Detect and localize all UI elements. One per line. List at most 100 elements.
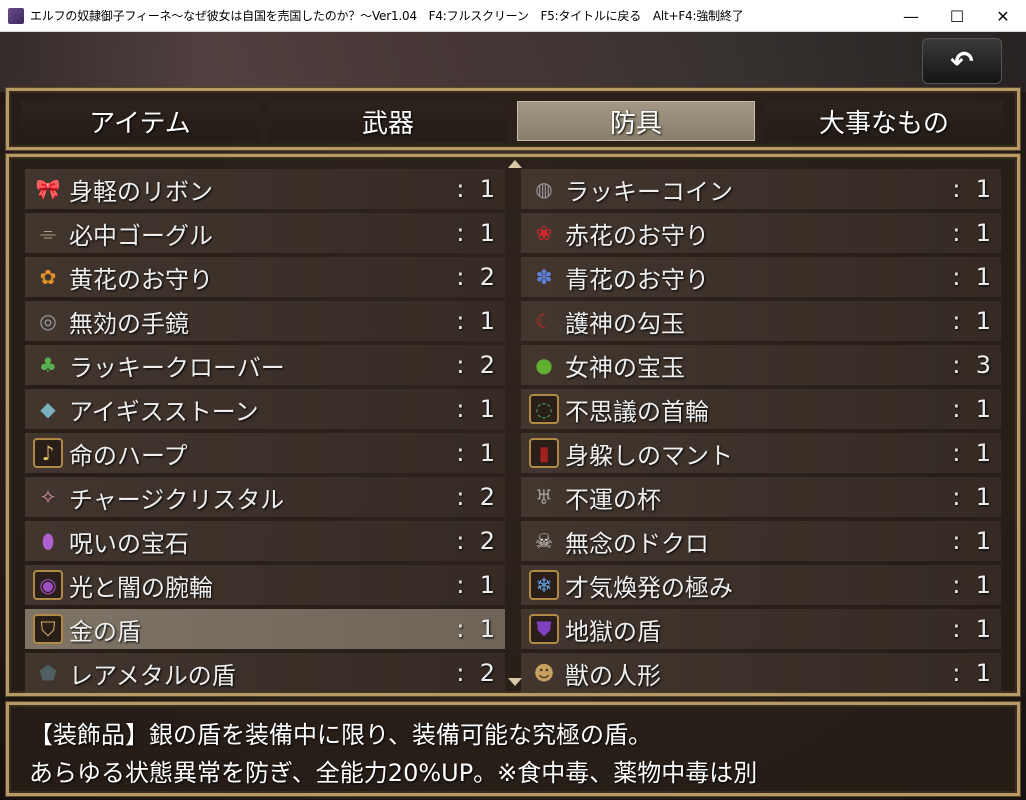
- item-count: : 1: [952, 307, 991, 335]
- return-arrow-icon: ↶: [950, 44, 974, 78]
- item-name: 光と闇の腕輪: [69, 573, 213, 602]
- necklace-icon: ◌: [529, 394, 559, 424]
- orb-icon: ●: [535, 353, 553, 377]
- bracelet-icon: ◉: [33, 570, 63, 600]
- scroll-up-arrow-icon[interactable]: [508, 160, 522, 168]
- item-row[interactable]: ❀ 赤花のお守り: 1: [521, 213, 1001, 253]
- item-row[interactable]: ☠ 無念のドクロ : 1: [521, 521, 1001, 561]
- item-row[interactable]: ❄ 才気煥発の極み: 1: [521, 565, 1001, 605]
- item-row[interactable]: ◆ アイギスストーン : 1: [25, 389, 505, 429]
- stone-icon: ◆: [40, 397, 56, 421]
- item-count: : 2: [456, 659, 495, 687]
- harp-icon: ♪: [33, 438, 63, 468]
- cup-icon: ♅: [535, 485, 553, 509]
- skull-icon: ☠: [535, 529, 553, 553]
- game-screen: ↶ アイテム 武器 防具 大事なもの 🎀 身軽のリボン: 1 ⌯ 必中ゴーグル: 1 ✿…: [0, 32, 1026, 800]
- item-row[interactable]: ♣ ラッキークローバー : 2: [25, 345, 505, 385]
- item-row[interactable]: ◌ 不思議の首輪: 1: [521, 389, 1001, 429]
- tab-key-items[interactable]: 大事なもの: [765, 101, 1003, 141]
- item-count: : 1: [952, 571, 991, 599]
- magatama-icon: ☾: [535, 309, 553, 333]
- item-count: : 1: [456, 615, 495, 643]
- gold-shield-icon: ⛉: [33, 614, 63, 644]
- window-titlebar: エルフの奴隷御子フィーネ～なぜ彼女は自国を売国したのか？～Ver1.04 F4:…: [0, 0, 1026, 32]
- mirror-icon: ◎: [39, 309, 57, 333]
- item-name: 金の盾: [69, 617, 141, 646]
- item-count: : 1: [952, 483, 991, 511]
- item-count: : 1: [952, 219, 991, 247]
- item-name: レアメタルの盾: [69, 661, 236, 690]
- item-row[interactable]: ▮ 身躱しのマント : 1: [521, 433, 1001, 473]
- item-row[interactable]: ⛊ 地獄の盾 : 1: [521, 609, 1001, 649]
- cloak-icon: ▮: [529, 438, 559, 468]
- scroll-down-arrow-icon[interactable]: [508, 678, 522, 686]
- item-name: 不思議の首輪: [565, 397, 709, 426]
- help-text-line-1: 【装飾品】銀の盾を装備中に限り、装備可能な究極の盾。: [29, 721, 653, 749]
- hell-shield-icon: ⛊: [529, 614, 559, 644]
- item-row[interactable]: ✿ 黄花のお守り: 2: [25, 257, 505, 297]
- item-row[interactable]: ◉ 光と闇の腕輪 : 1: [25, 565, 505, 605]
- item-name: 身躱しのマント: [565, 441, 733, 470]
- item-name: 護神の勾玉: [565, 309, 685, 338]
- item-row[interactable]: ⬮ 呪いの宝石: 2: [25, 521, 505, 561]
- item-count: : 1: [952, 263, 991, 291]
- help-text-line-2: あらゆる状態異常を防ぎ、全能力20%UP。※食中毒、薬物中毒は別: [29, 759, 758, 787]
- item-count: : 1: [456, 395, 495, 423]
- clover-icon: ♣: [39, 353, 57, 377]
- minimize-button[interactable]: —: [888, 0, 934, 32]
- item-row[interactable]: ✧ チャージクリスタル: 2: [25, 477, 505, 517]
- item-row[interactable]: ☾ 護神の勾玉 : 1: [521, 301, 1001, 341]
- item-row[interactable]: 🎀 身軽のリボン: 1: [25, 169, 505, 209]
- item-count: : 1: [456, 439, 495, 467]
- item-row[interactable]: ✽ 青花のお守り: 1: [521, 257, 1001, 297]
- item-row[interactable]: ⌯ 必中ゴーグル: 1: [25, 213, 505, 253]
- item-name: 無念のドクロ: [565, 529, 709, 558]
- crystal-icon: ✧: [39, 485, 57, 509]
- item-count: : 1: [952, 527, 991, 555]
- close-button[interactable]: ✕: [980, 0, 1026, 32]
- tab-armor[interactable]: 防具: [517, 101, 755, 141]
- item-count: : 1: [952, 615, 991, 643]
- metal-shield-icon: ⬟: [39, 661, 57, 685]
- item-row[interactable]: ◎ 無効の手鏡: 1: [25, 301, 505, 341]
- item-count: : 1: [456, 219, 495, 247]
- item-name: ラッキーコイン: [565, 177, 733, 206]
- maximize-button[interactable]: ☐: [934, 0, 980, 32]
- snowflake-icon: ❄: [529, 570, 559, 600]
- item-row[interactable]: ⛉ 金の盾 : 1: [25, 609, 505, 649]
- coin-icon: ◍: [535, 177, 553, 201]
- background-scene: [0, 32, 1026, 92]
- item-name: 地獄の盾: [565, 617, 661, 646]
- item-count: : 1: [456, 571, 495, 599]
- item-count: : 2: [456, 351, 495, 379]
- item-name: 必中ゴーグル: [69, 221, 213, 250]
- tab-weapons[interactable]: 武器: [269, 101, 507, 141]
- window-title: エルフの奴隷御子フィーネ～なぜ彼女は自国を売国したのか？～Ver1.04 F4:…: [30, 9, 744, 23]
- ribbon-icon: 🎀: [35, 177, 61, 201]
- item-name: 不運の杯: [565, 485, 661, 514]
- item-name: ラッキークローバー: [69, 353, 285, 382]
- app-icon: [8, 7, 24, 24]
- item-count: : 1: [952, 175, 991, 203]
- item-count: : 1: [952, 439, 991, 467]
- help-window: 【装飾品】銀の盾を装備中に限り、装備可能な究極の盾。 あらゆる状態異常を防ぎ、全…: [6, 702, 1020, 796]
- item-count: : 3: [952, 351, 991, 379]
- item-row[interactable]: ♅ 不運の杯 : 1: [521, 477, 1001, 517]
- doll-icon: ☻: [533, 661, 555, 685]
- item-count: : 1: [456, 175, 495, 203]
- yellow-flower-icon: ✿: [39, 265, 57, 289]
- item-name: 黄花のお守り: [69, 265, 213, 294]
- item-row[interactable]: ◍ ラッキーコイン : 1: [521, 169, 1001, 209]
- category-tabs: アイテム 武器 防具 大事なもの: [6, 88, 1020, 150]
- tab-items[interactable]: アイテム: [21, 101, 259, 141]
- item-name: 女神の宝玉: [565, 353, 685, 382]
- item-row[interactable]: ● 女神の宝玉 : 3: [521, 345, 1001, 385]
- item-count: : 2: [456, 527, 495, 555]
- item-row[interactable]: ☻ 獣の人形: 1: [521, 653, 1001, 693]
- item-row[interactable]: ♪ 命のハープ: 1: [25, 433, 505, 473]
- item-count: : 2: [456, 483, 495, 511]
- back-button[interactable]: ↶: [922, 38, 1002, 84]
- item-count: : 1: [456, 307, 495, 335]
- item-row[interactable]: ⬟ レアメタルの盾 : 2: [25, 653, 505, 693]
- item-name: アイギスストーン: [69, 397, 259, 426]
